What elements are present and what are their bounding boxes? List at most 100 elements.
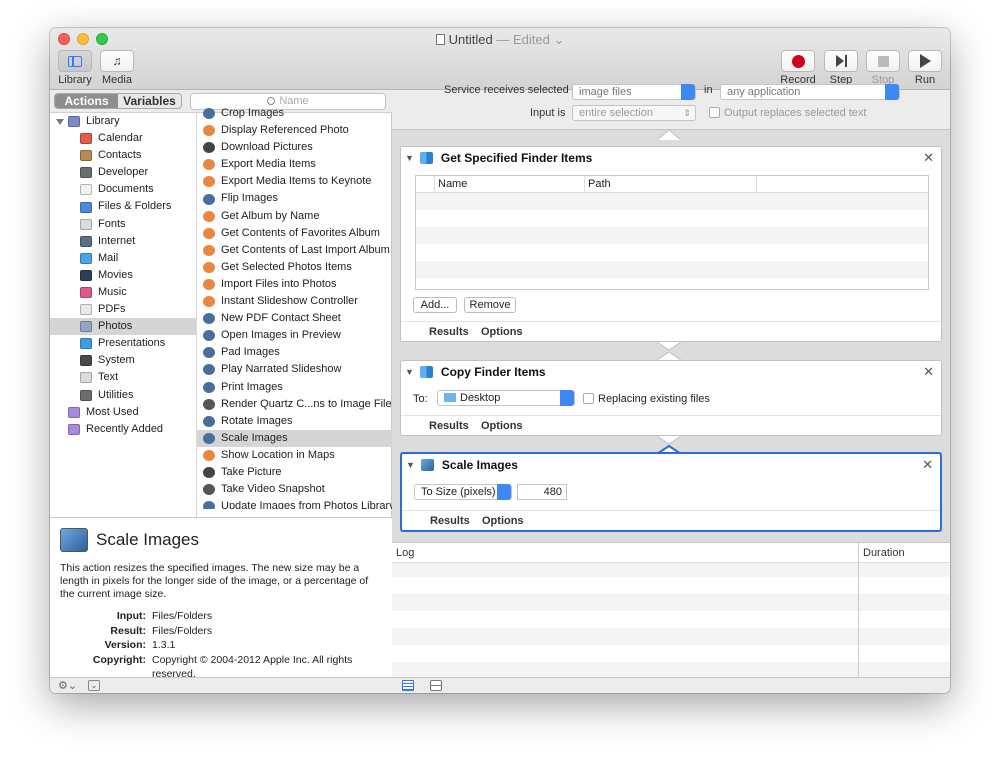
options-tab[interactable]: Options	[481, 326, 523, 338]
action-render-quartz-c-ns-to-image-files[interactable]: Render Quartz C...ns to Image Files	[197, 396, 392, 413]
close-icon[interactable]: ✕	[923, 364, 934, 380]
variables-tab[interactable]: Variables	[118, 94, 181, 108]
action-import-files-into-photos[interactable]: Import Files into Photos	[197, 276, 392, 293]
pdfs-icon	[80, 304, 92, 316]
action-rotate-images[interactable]: Rotate Images	[197, 413, 392, 430]
category-utilities[interactable]: Utilities	[50, 387, 196, 404]
action-get-contents-of-last-import-album[interactable]: Get Contents of Last Import Album	[197, 242, 392, 259]
actions-tab[interactable]: Actions	[55, 94, 118, 108]
category-pdfs[interactable]: PDFs	[50, 301, 196, 318]
get-contents-of-favorites-album-icon	[203, 227, 215, 239]
category-developer[interactable]: Developer	[50, 164, 196, 181]
size-input[interactable]: 480	[517, 484, 567, 500]
action-label: Import Files into Photos	[221, 277, 337, 290]
category-text[interactable]: Text	[50, 369, 196, 386]
category-recently-added[interactable]: Recently Added	[50, 421, 196, 438]
scale-images-icon	[420, 459, 434, 471]
replace-checkbox[interactable]: Replacing existing files	[583, 393, 710, 405]
category-fonts[interactable]: Fonts	[50, 216, 196, 233]
category-calendar[interactable]: Calendar	[50, 130, 196, 147]
category-label: Music	[98, 285, 127, 298]
scale-mode-value: To Size (pixels)	[421, 486, 496, 498]
action-new-pdf-contact-sheet[interactable]: New PDF Contact Sheet	[197, 310, 392, 327]
rotate-images-icon	[203, 415, 215, 427]
action-export-media-items[interactable]: Export Media Items	[197, 156, 392, 173]
disclosure-triangle-icon[interactable]: ▼	[405, 367, 414, 377]
action-scale-images[interactable]: Scale Images	[197, 429, 392, 447]
action-get-selected-photos-items[interactable]: Get Selected Photos Items	[197, 259, 392, 276]
actions-variables-toggle: Actions Variables	[54, 93, 182, 109]
window-title[interactable]: Untitled — Edited ⌄	[50, 32, 950, 48]
disclosure-triangle-icon[interactable]	[56, 118, 64, 125]
category-documents[interactable]: Documents	[50, 181, 196, 198]
action-update-images-from-photos-library[interactable]: Update Images from Photos Library	[197, 498, 392, 509]
options-tab[interactable]: Options	[482, 515, 524, 527]
action-export-media-items-to-keynote[interactable]: Export Media Items to Keynote	[197, 173, 392, 190]
disclosure-triangle-icon[interactable]: ▼	[405, 153, 414, 163]
gear-icon[interactable]: ⚙⌄	[58, 679, 77, 692]
run-button[interactable]: Run	[905, 50, 945, 86]
library-button[interactable]: Library	[56, 50, 94, 86]
action-take-picture[interactable]: Take Picture	[197, 464, 392, 481]
description-toggle-icon[interactable]: ⌄	[88, 680, 100, 691]
remove-button[interactable]: Remove	[464, 297, 516, 313]
results-tab[interactable]: Results	[429, 326, 469, 338]
card-footer: Results Options	[401, 415, 941, 435]
to-label: To:	[413, 393, 428, 405]
category-mail[interactable]: Mail	[50, 250, 196, 267]
record-button[interactable]: Record	[778, 50, 818, 86]
action-open-images-in-preview[interactable]: Open Images in Preview	[197, 327, 392, 344]
action-take-video-snapshot[interactable]: Take Video Snapshot	[197, 481, 392, 498]
action-crop-images[interactable]: Crop Images	[197, 105, 392, 122]
results-tab[interactable]: Results	[429, 420, 469, 432]
action-get-contents-of-favorites-album[interactable]: Get Contents of Favorites Album	[197, 225, 392, 242]
log-table: Log Duration	[392, 542, 950, 678]
action-print-images[interactable]: Print Images	[197, 379, 392, 396]
action-show-location-in-maps[interactable]: Show Location in Maps	[197, 447, 392, 464]
column-duration[interactable]: Duration	[863, 547, 905, 559]
category-music[interactable]: Music	[50, 284, 196, 301]
play-icon	[919, 54, 931, 68]
category-internet[interactable]: Internet	[50, 233, 196, 250]
close-icon[interactable]: ✕	[922, 457, 933, 473]
action-label: Export Media Items to Keynote	[221, 175, 372, 188]
category-movies[interactable]: Movies	[50, 267, 196, 284]
add-button[interactable]: Add...	[413, 297, 457, 313]
close-icon[interactable]: ✕	[923, 150, 934, 166]
category-files-folders[interactable]: Files & Folders	[50, 198, 196, 215]
action-label: Play Narrated Slideshow	[221, 363, 342, 376]
action-pad-images[interactable]: Pad Images	[197, 344, 392, 361]
application-popup[interactable]: any application	[720, 84, 900, 100]
category-library[interactable]: Library	[50, 113, 196, 130]
action-display-referenced-photo[interactable]: Display Referenced Photo	[197, 122, 392, 139]
action-play-narrated-slideshow[interactable]: Play Narrated Slideshow	[197, 361, 392, 378]
connector-mid	[657, 342, 681, 360]
scale-mode-popup[interactable]: To Size (pixels)	[414, 484, 512, 500]
column-path[interactable]: Path	[588, 178, 611, 190]
category-system[interactable]: System	[50, 352, 196, 369]
output-replaces-checkbox[interactable]: Output replaces selected text	[709, 107, 866, 119]
disclosure-triangle-icon[interactable]: ▼	[406, 460, 415, 470]
category-photos[interactable]: Photos	[50, 318, 196, 336]
input-popup[interactable]: entire selection ⇕	[572, 105, 696, 121]
action-flip-images[interactable]: Flip Images	[197, 190, 392, 207]
receives-popup[interactable]: image files	[572, 84, 696, 100]
folder-icon	[444, 393, 456, 402]
column-name[interactable]: Name	[438, 178, 467, 190]
step-button[interactable]: Step	[821, 50, 861, 86]
column-log[interactable]: Log	[396, 547, 414, 559]
category-presentations[interactable]: Presentations	[50, 335, 196, 352]
media-button[interactable]: ♫ Media	[98, 50, 136, 86]
list-view-icon[interactable]	[402, 680, 414, 691]
action-download-pictures[interactable]: Download Pictures	[197, 139, 392, 156]
export-media-items-icon	[203, 159, 215, 171]
stop-button[interactable]: Stop	[863, 50, 903, 86]
flow-view-icon[interactable]	[430, 680, 442, 691]
action-get-album-by-name[interactable]: Get Album by Name	[197, 208, 392, 225]
results-tab[interactable]: Results	[430, 515, 470, 527]
options-tab[interactable]: Options	[481, 420, 523, 432]
category-most-used[interactable]: Most Used	[50, 404, 196, 421]
destination-popup[interactable]: Desktop	[437, 390, 575, 406]
category-contacts[interactable]: Contacts	[50, 147, 196, 164]
action-instant-slideshow-controller[interactable]: Instant Slideshow Controller	[197, 293, 392, 310]
